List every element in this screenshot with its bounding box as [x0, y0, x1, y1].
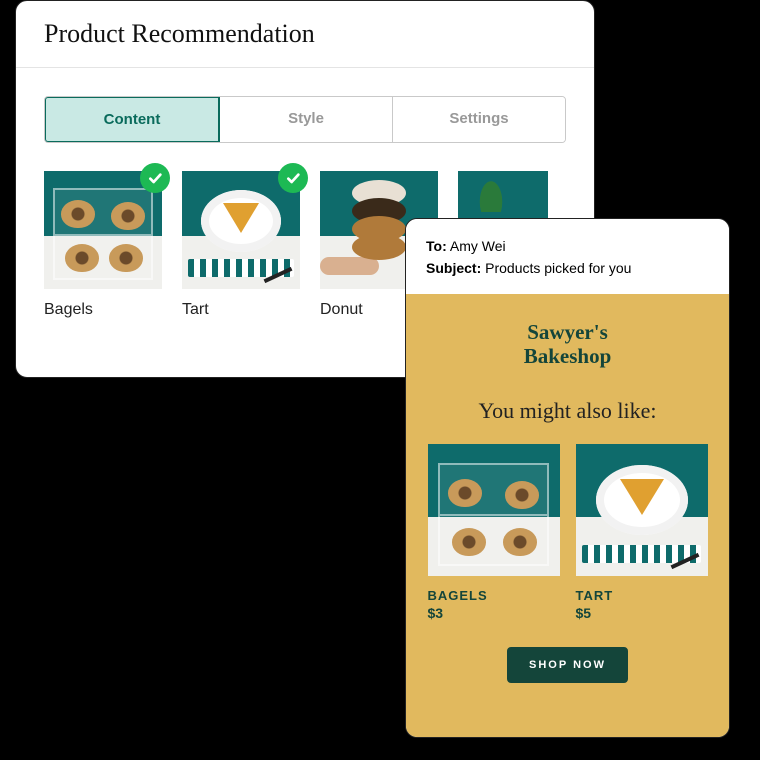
- email-body: Sawyer's Bakeshop You might also like: B…: [406, 294, 729, 737]
- email-subject-line: Subject: Products picked for you: [426, 257, 709, 279]
- tab-settings[interactable]: Settings: [392, 97, 565, 142]
- recommended-products: BAGELS $3 TART $5: [424, 444, 711, 621]
- rec-price: $3: [428, 605, 560, 621]
- product-item-tart[interactable]: Tart: [182, 171, 300, 319]
- product-label: Bagels: [44, 301, 162, 319]
- to-value: Amy Wei: [450, 238, 506, 254]
- recommend-title: You might also like:: [424, 398, 711, 424]
- rec-name: BAGELS: [428, 588, 560, 603]
- tabs: Content Style Settings: [44, 96, 566, 143]
- rec-name: TART: [576, 588, 708, 603]
- shop-now-button[interactable]: SHOP NOW: [507, 647, 628, 683]
- subject-label: Subject:: [426, 260, 481, 276]
- tab-content[interactable]: Content: [44, 96, 220, 143]
- panel-title: Product Recommendation: [44, 19, 566, 49]
- email-preview-panel: To: Amy Wei Subject: Products picked for…: [405, 218, 730, 738]
- product-item-bagels[interactable]: Bagels: [44, 171, 162, 319]
- brand-name: Sawyer's Bakeshop: [424, 320, 711, 368]
- to-label: To:: [426, 238, 447, 254]
- rec-thumb-bagels: [428, 444, 560, 576]
- rec-thumb-tart: [576, 444, 708, 576]
- subject-value: Products picked for you: [485, 260, 631, 276]
- brand-line1: Sawyer's: [424, 320, 711, 344]
- checkmark-icon: [140, 163, 170, 193]
- checkmark-icon: [278, 163, 308, 193]
- tab-style[interactable]: Style: [219, 97, 392, 142]
- email-header: To: Amy Wei Subject: Products picked for…: [406, 219, 729, 294]
- brand-line2: Bakeshop: [424, 344, 711, 368]
- rec-item-bagels[interactable]: BAGELS $3: [428, 444, 560, 621]
- rec-price: $5: [576, 605, 708, 621]
- rec-item-tart[interactable]: TART $5: [576, 444, 708, 621]
- email-to-line: To: Amy Wei: [426, 235, 709, 257]
- panel-header: Product Recommendation: [16, 1, 594, 68]
- product-label: Tart: [182, 301, 300, 319]
